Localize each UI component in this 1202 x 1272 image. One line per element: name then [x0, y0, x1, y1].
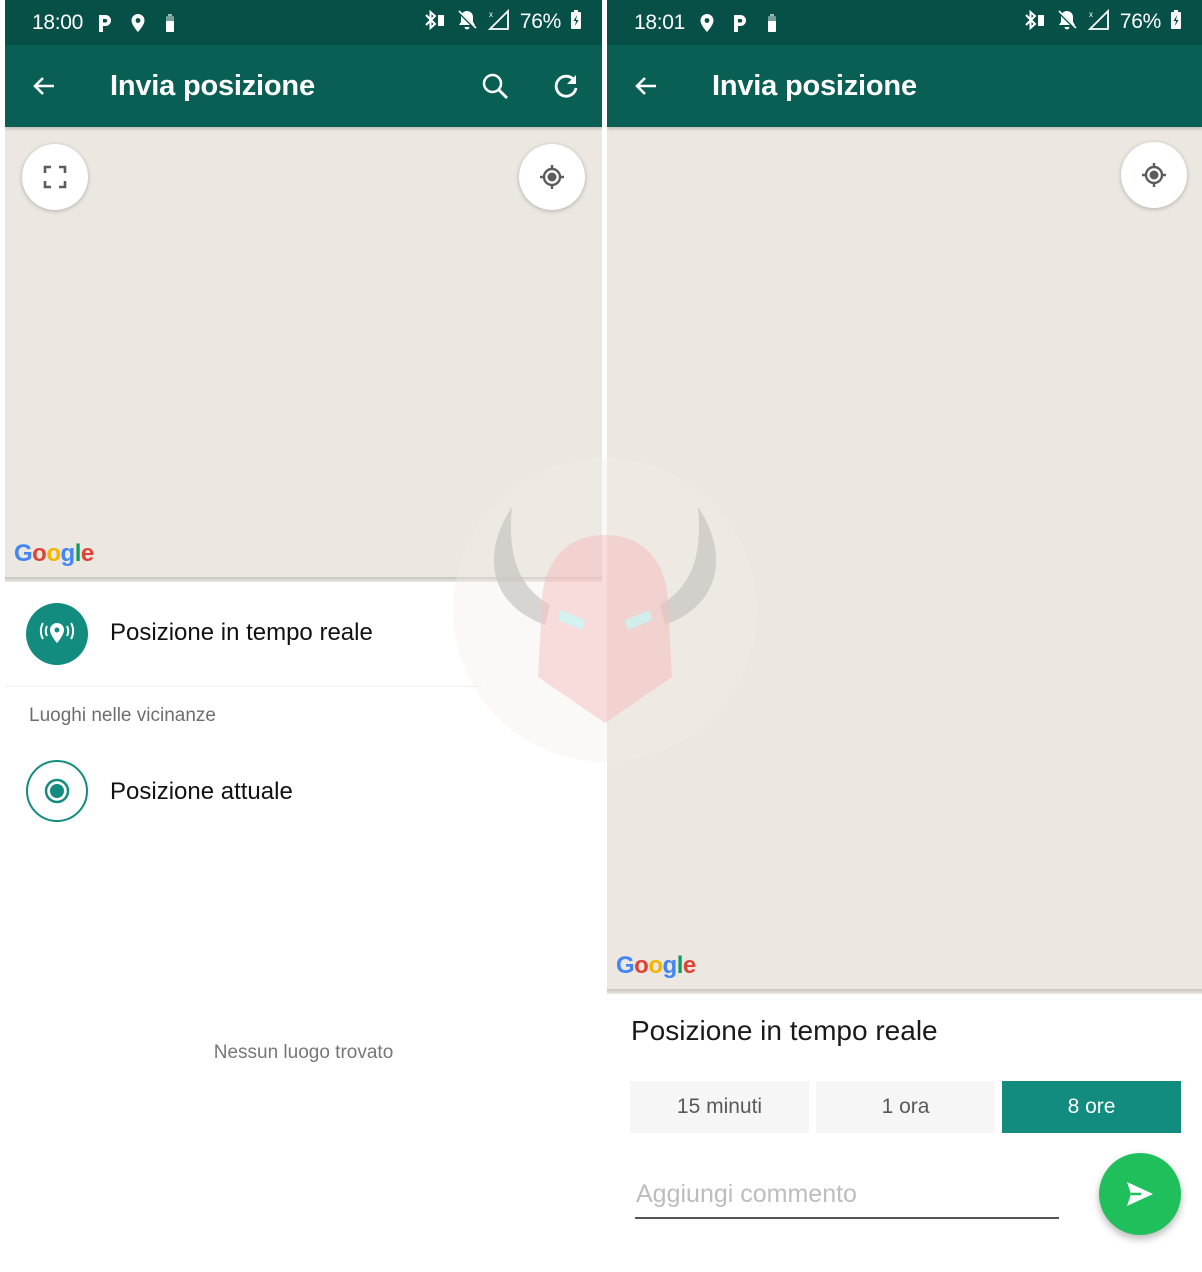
- map-view[interactable]: Google: [607, 127, 1202, 989]
- battery-percent: 76%: [519, 10, 561, 33]
- app-bar: Invia posizione: [607, 45, 1202, 127]
- current-location-label: Posizione attuale: [110, 778, 293, 805]
- list-divider: [5, 686, 482, 687]
- nearby-places-header: Luoghi nelle vicinanze: [29, 705, 216, 726]
- refresh-icon: [554, 74, 578, 98]
- notifications-off-icon: [456, 9, 478, 36]
- send-icon: [1127, 1182, 1153, 1206]
- svg-text:x: x: [489, 10, 493, 19]
- app-bar: Invia posizione: [5, 45, 602, 127]
- battery-small-icon: [767, 12, 777, 34]
- my-location-button[interactable]: [519, 144, 585, 210]
- map-view[interactable]: Google: [5, 127, 602, 577]
- my-location-icon: [540, 165, 564, 189]
- status-bar: 18:01 x 76%: [607, 0, 1202, 45]
- duration-selector: 15 minuti 1 ora 8 ore: [630, 1081, 1181, 1133]
- status-time: 18:01: [634, 11, 686, 34]
- status-time: 18:00: [32, 11, 84, 34]
- no-signal-icon: x: [487, 8, 511, 37]
- fullscreen-icon: [43, 165, 67, 189]
- parking-icon: [732, 12, 748, 34]
- search-button[interactable]: [477, 68, 513, 104]
- battery-small-icon: [165, 12, 175, 34]
- arrow-back-icon: [33, 77, 54, 95]
- no-signal-icon: x: [1087, 8, 1111, 37]
- current-location-icon: [26, 760, 88, 822]
- battery-percent: 76%: [1119, 10, 1161, 33]
- back-button[interactable]: [27, 69, 61, 103]
- live-location-row[interactable]: Posizione in tempo reale: [5, 582, 602, 686]
- right-screen: 18:01 x 76% Invia posizione Google Posiz…: [607, 0, 1202, 1272]
- google-attribution: Google: [616, 952, 696, 979]
- parking-icon: [97, 12, 113, 34]
- duration-15-minutes[interactable]: 15 minuti: [630, 1081, 809, 1133]
- search-icon: [482, 73, 508, 99]
- notifications-off-icon: [1056, 9, 1078, 36]
- live-location-label: Posizione in tempo reale: [110, 619, 373, 646]
- page-title: Invia posizione: [110, 70, 315, 102]
- live-location-icon: [26, 603, 88, 665]
- comment-input[interactable]: [635, 1180, 1059, 1219]
- bluetooth-icon: [423, 9, 447, 35]
- current-location-row[interactable]: Posizione attuale: [5, 740, 602, 844]
- refresh-button[interactable]: [548, 68, 584, 104]
- status-bar: 18:00 x 76%: [5, 0, 602, 45]
- send-button[interactable]: [1099, 1153, 1181, 1235]
- fullscreen-button[interactable]: [22, 144, 88, 210]
- svg-text:x: x: [1089, 10, 1093, 19]
- arrow-back-icon: [635, 77, 656, 95]
- battery-charging-icon: [1170, 9, 1182, 35]
- my-location-icon: [1142, 163, 1166, 187]
- location-pin-icon: [699, 12, 715, 34]
- location-pin-icon: [130, 12, 146, 34]
- map-divider: [607, 989, 1202, 994]
- bluetooth-icon: [1023, 9, 1047, 35]
- back-button[interactable]: [629, 69, 663, 103]
- duration-8-hours[interactable]: 8 ore: [1002, 1081, 1181, 1133]
- page-title: Invia posizione: [712, 70, 917, 102]
- left-screen: 18:00 x 76% Invia posizione Google Posiz…: [5, 0, 602, 1272]
- duration-1-hour[interactable]: 1 ora: [816, 1081, 995, 1133]
- my-location-button[interactable]: [1121, 142, 1187, 208]
- google-attribution: Google: [14, 540, 94, 567]
- battery-charging-icon: [570, 9, 582, 35]
- live-location-title: Posizione in tempo reale: [631, 1015, 938, 1046]
- empty-state-text: Nessun luogo trovato: [213, 1042, 394, 1063]
